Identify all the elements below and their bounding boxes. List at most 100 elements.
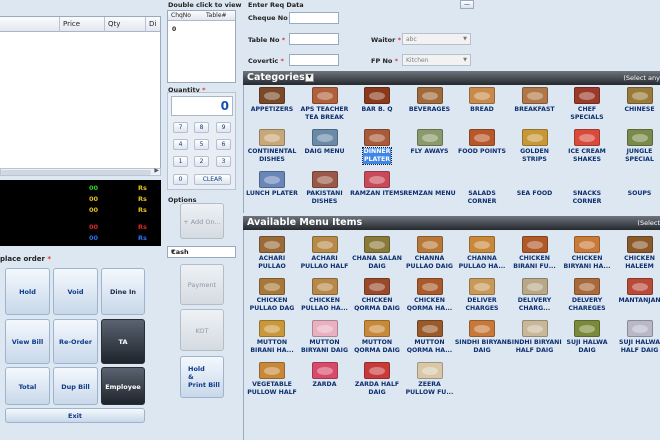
hold-button[interactable]: Hold <box>5 268 50 315</box>
col-chq-no[interactable]: ChqNo <box>171 11 191 21</box>
numpad-key-9[interactable]: 9 <box>216 122 231 133</box>
numpad-key-5[interactable]: 5 <box>194 139 209 150</box>
menu-item-tile[interactable]: ZARDA HALF DAIG <box>349 362 405 397</box>
cheque-row-value[interactable]: 0 <box>172 26 176 33</box>
categories-toggle-icon[interactable]: ▼ <box>305 73 314 82</box>
category-tile[interactable]: FLY AWAYS <box>402 129 458 156</box>
category-tile[interactable]: DINNER PLATER <box>349 129 405 166</box>
menu-item-tile[interactable]: SINDHI BIRYANI HALF DAIG <box>507 320 563 355</box>
col-table-no[interactable]: Table# <box>206 11 227 21</box>
category-tile[interactable]: APPETIZERS <box>244 87 300 114</box>
category-thumbnail <box>626 87 653 104</box>
menu-item-tile[interactable]: CHICKEN QORMA HA... <box>402 278 458 313</box>
payment-method-select[interactable]: Cash ▼ <box>167 246 236 258</box>
collapse-button[interactable]: — <box>460 0 474 9</box>
menu-item-tile[interactable]: CHANNA PULLAO HA... <box>454 236 510 271</box>
fp-no-select[interactable]: Kitchen ▼ <box>402 54 471 66</box>
menu-item-tile[interactable]: SUJI HALWA DAIG <box>559 320 615 355</box>
waitor-select[interactable]: abc ▼ <box>402 33 471 45</box>
category-tile[interactable]: GOLDEN STRIPS <box>507 129 563 164</box>
menu-item-tile[interactable]: MUTTON BIRYANI DAIG <box>297 320 353 355</box>
grid-horizontal-scrollbar[interactable]: ▶ <box>0 167 161 176</box>
grid-col-item[interactable] <box>0 17 60 32</box>
menu-item-tile[interactable]: MANTANJAN <box>612 278 660 305</box>
menu-item-tile[interactable]: CHANNA PULLAO DAIG <box>402 236 458 271</box>
add-on-button[interactable]: + Add On... <box>180 203 224 239</box>
grid-col-discount[interactable]: Di <box>146 17 160 32</box>
menu-item-tile[interactable]: CHICKEN PULLAO HA... <box>297 278 353 313</box>
menu-item-tile[interactable]: DELVERY CHAREGES <box>559 278 615 313</box>
order-grid[interactable]: Price Qty Di <box>0 16 161 176</box>
cheque-list[interactable]: ChqNo Table# 0 <box>167 10 236 83</box>
category-tile[interactable]: BAR B. Q <box>349 87 405 114</box>
void-button[interactable]: Void <box>53 268 98 315</box>
menu-item-tile[interactable]: CHICKEN QORMA DAIG <box>349 278 405 313</box>
category-tile[interactable]: SOUPS <box>612 171 660 198</box>
menu-item-tile[interactable]: MUTTON QORMA HA... <box>402 320 458 355</box>
numpad-clear-button[interactable]: CLEAR <box>194 174 231 185</box>
menu-item-tile[interactable]: CHANA SALAN DAIG <box>349 236 405 271</box>
menu-item-tile[interactable]: MUTTON BIRANI HA... <box>244 320 300 355</box>
category-tile[interactable]: BEVERAGES <box>402 87 458 114</box>
covertic-input[interactable] <box>289 54 339 66</box>
numpad-key-0[interactable]: 0 <box>173 174 188 185</box>
numpad-key-7[interactable]: 7 <box>173 122 188 133</box>
menu-item-tile[interactable]: VEGETABLE PULLOW HALF <box>244 362 300 397</box>
cheque-no-input[interactable] <box>289 12 339 24</box>
category-tile[interactable]: SALADS CORNER <box>454 171 510 206</box>
exit-button[interactable]: Exit <box>5 408 145 423</box>
numpad-key-8[interactable]: 8 <box>194 122 209 133</box>
menu-item-tile[interactable]: SUJI HALWA HALF DAIG <box>612 320 660 355</box>
menu-item-tile[interactable]: CHICKEN BIRYANI HA... <box>559 236 615 271</box>
numpad-key-2[interactable]: 2 <box>194 156 209 167</box>
employee-button[interactable]: Employee <box>101 367 145 405</box>
category-tile[interactable]: DAIG MENU <box>297 129 353 156</box>
category-tile[interactable]: SEA FOOD <box>507 171 563 198</box>
menu-item-tile[interactable]: ACHARI PULLAO HALF <box>297 236 353 271</box>
menu-item-tile[interactable]: ACHARI PULLAO <box>244 236 300 271</box>
menu-item-tile[interactable]: CHICKEN BIRANI FU... <box>507 236 563 271</box>
menu-item-thumbnail <box>364 278 390 295</box>
menu-item-tile[interactable]: DELIVERY CHARG... <box>507 278 563 313</box>
re-order-button[interactable]: Re-Order <box>53 319 98 364</box>
category-tile[interactable]: CHINESE <box>612 87 660 114</box>
kot-button[interactable]: KOT <box>180 309 224 351</box>
category-tile[interactable]: PAKISTANI DISHES <box>297 171 353 206</box>
category-tile[interactable]: LUNCH PLATER <box>244 171 300 198</box>
category-tile[interactable]: CHEF SPECIALS <box>559 87 615 122</box>
total-button[interactable]: Total <box>5 367 50 405</box>
menu-item-tile[interactable]: DELIVER CHARGES <box>454 278 510 313</box>
take-away-button[interactable]: TA <box>101 319 145 364</box>
grid-col-price[interactable]: Price <box>60 17 105 32</box>
menu-item-tile[interactable]: CHICKEN PULLAO DAG <box>244 278 300 313</box>
dine-in-button[interactable]: Dine In <box>101 268 145 315</box>
dup-bill-button[interactable]: Dup Bill <box>53 367 98 405</box>
view-bill-button[interactable]: View Bill <box>5 319 50 364</box>
scrollbar-thumb[interactable] <box>1 170 151 175</box>
numpad-key-4[interactable]: 4 <box>173 139 188 150</box>
numpad-key-6[interactable]: 6 <box>216 139 231 150</box>
quantity-display[interactable]: 0 <box>171 96 233 116</box>
category-tile[interactable]: BREAKFAST <box>507 87 563 114</box>
numpad-key-3[interactable]: 3 <box>216 156 231 167</box>
menu-item-tile[interactable]: ZARDA <box>297 362 353 389</box>
menu-item-tile[interactable]: CHICKEN HALEEM <box>612 236 660 271</box>
payment-button[interactable]: Payment <box>180 264 224 305</box>
category-tile[interactable]: JUNGLE SPECIAL <box>612 129 660 164</box>
grid-col-qty[interactable]: Qty <box>105 17 146 32</box>
menu-item-tile[interactable]: MUTTON QORMA DAIG <box>349 320 405 355</box>
category-tile[interactable]: RAMZAN ITEMS <box>349 171 405 198</box>
menu-item-tile[interactable]: SINDHI BIRYANI DAIG <box>454 320 510 355</box>
hold-print-bill-button[interactable]: Hold & Print Bill <box>180 356 224 398</box>
category-tile[interactable]: ICE CREAM SHAKES <box>559 129 615 164</box>
table-no-input[interactable] <box>289 33 339 45</box>
category-tile[interactable]: SNACKS CORNER <box>559 171 615 206</box>
scroll-right-icon[interactable]: ▶ <box>154 167 159 174</box>
category-tile[interactable]: APS TEACHER TEA BREAK <box>297 87 353 122</box>
category-tile[interactable]: BREAD <box>454 87 510 114</box>
category-tile[interactable]: REMZAN MENU <box>402 171 458 198</box>
category-tile[interactable]: CONTINENTAL DISHES <box>244 129 300 164</box>
category-tile[interactable]: FOOD POINTS <box>454 129 510 156</box>
numpad-key-1[interactable]: 1 <box>173 156 188 167</box>
menu-item-tile[interactable]: ZEERA PULLOW FU... <box>402 362 458 397</box>
